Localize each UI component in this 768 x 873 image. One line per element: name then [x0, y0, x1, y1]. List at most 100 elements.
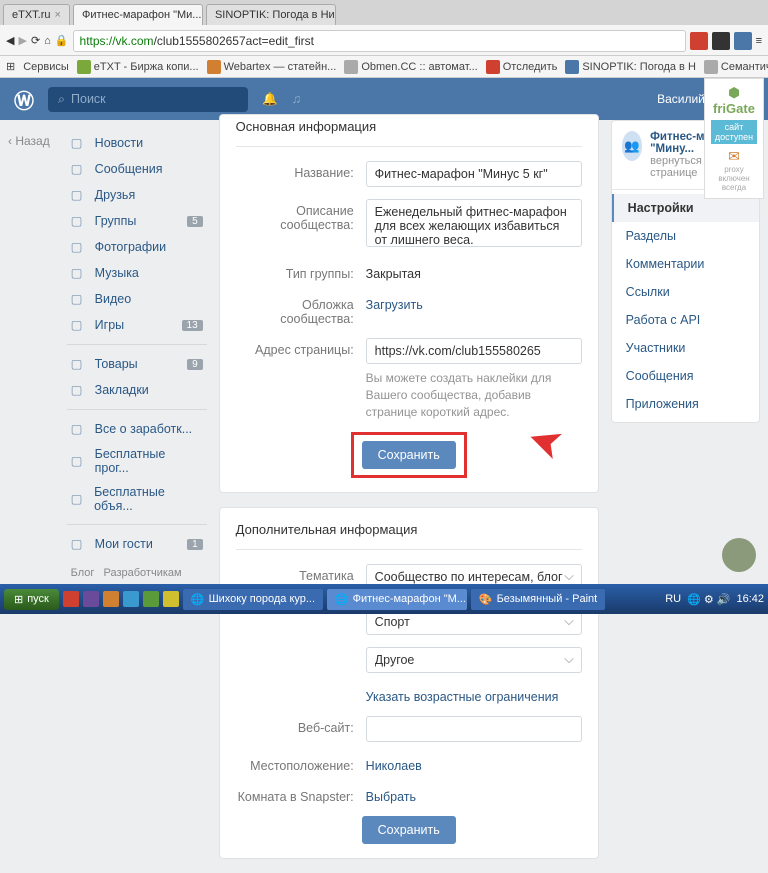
sidebar-item-label: Товары	[95, 357, 138, 371]
taskbar: ⊞ пуск 🌐Шихоку порода кур... 🌐Фитнес-мар…	[0, 584, 768, 614]
browser-tab[interactable]: eTXT.ru×	[3, 4, 70, 25]
guests-icon: ▢	[71, 536, 87, 552]
sidebar-item-label: Все о заработк...	[95, 422, 192, 436]
taskbar-item[interactable]: 🌐Фитнес-марафон "М...	[327, 589, 467, 610]
bookmark[interactable]: Obmen.CC :: автомат...	[344, 60, 477, 74]
main-info-section: Основная информация Название: Описание с…	[219, 114, 599, 493]
notifications-icon[interactable]: 🔔	[262, 92, 278, 107]
browser-chrome: eTXT.ru× Фитнес-марафон "Ми...× SINOPTIK…	[0, 0, 768, 56]
settings-nav-item[interactable]: Комментарии	[612, 250, 759, 278]
system-tray[interactable]: RU 🌐 ⚙ 🔊 16:42	[665, 593, 764, 606]
quick-launch-icon[interactable]	[163, 591, 179, 607]
sidebar-item-photo[interactable]: ▢Фотографии	[67, 234, 207, 260]
groups-icon: ▢	[71, 213, 87, 229]
apps-icon[interactable]: ⊞	[6, 60, 15, 73]
quick-launch-icon[interactable]	[83, 591, 99, 607]
start-button[interactable]: ⊞ пуск	[4, 589, 59, 610]
settings-nav-item[interactable]: Участники	[612, 334, 759, 362]
upload-cover-link[interactable]: Загрузить	[366, 293, 582, 326]
section-title: Дополнительная информация	[236, 522, 582, 550]
bookmark[interactable]: Семантический анал	[704, 60, 768, 74]
sidebar-item-label: Группы	[95, 214, 137, 228]
floating-avatar[interactable]	[722, 538, 756, 572]
bookmark[interactable]: Отследить	[486, 60, 558, 74]
extension-icon[interactable]	[712, 32, 730, 50]
extension-icon[interactable]	[734, 32, 752, 50]
msg-icon: ▢	[71, 161, 87, 177]
tray-clock: 16:42	[736, 593, 764, 605]
name-input[interactable]	[366, 161, 582, 187]
bookmark[interactable]: SINOPTIK: Погода в Н	[565, 60, 696, 74]
save-button-2[interactable]: Сохранить	[362, 816, 456, 844]
sidebar-item-ads[interactable]: ▢Бесплатные объя...	[67, 480, 207, 518]
sidebar-item-label: Закладки	[95, 383, 149, 397]
tray-lang[interactable]: RU	[665, 593, 681, 605]
bookmark[interactable]: eTXT - Биржа копи...	[77, 60, 199, 74]
address-bar[interactable]: https://vk.com/club1555802657act=edit_fi…	[73, 30, 686, 52]
extension-icon[interactable]	[690, 32, 708, 50]
quick-launch-icon[interactable]	[63, 591, 79, 607]
nav-fwd-icon[interactable]: ▶	[18, 34, 26, 47]
back-link[interactable]: ‹ Назад	[8, 120, 55, 873]
sidebar-item-music[interactable]: ▢Музыка	[67, 260, 207, 286]
market-icon: ▢	[71, 356, 87, 372]
sidebar-item-msg[interactable]: ▢Сообщения	[67, 156, 207, 182]
home-icon[interactable]: ⌂	[44, 35, 51, 47]
search-input[interactable]: ⌕ Поиск	[48, 87, 248, 112]
field-label: Комната в Snapster:	[236, 785, 366, 804]
browser-tab[interactable]: Фитнес-марафон "Ми...×	[73, 4, 203, 25]
bookmark-icon: ▢	[71, 382, 87, 398]
snapster-room-link[interactable]: Выбрать	[366, 785, 582, 804]
website-input[interactable]	[366, 716, 582, 742]
sidebar-item-guests[interactable]: ▢Мои гости1	[67, 531, 207, 557]
age-restriction-link[interactable]: Указать возрастные ограничения	[366, 685, 582, 704]
sidebar-item-games[interactable]: ▢Игры13	[67, 312, 207, 338]
music-icon[interactable]: ♫	[292, 92, 301, 106]
bookmark[interactable]: Webartex — статейн...	[207, 60, 337, 74]
reload-icon[interactable]: ⟳	[31, 34, 40, 47]
badge: 9	[187, 359, 203, 370]
footer-link[interactable]: Блог	[71, 567, 95, 579]
badge: 1	[187, 539, 203, 550]
save-button[interactable]: Сохранить	[362, 441, 456, 469]
sidebar-item-video[interactable]: ▢Видео	[67, 286, 207, 312]
field-label: Обложка сообщества:	[236, 293, 366, 326]
sidebar-item-info[interactable]: ▢Все о заработк...	[67, 416, 207, 442]
photo-icon: ▢	[71, 239, 87, 255]
arrow-annotation-icon: ➤	[522, 416, 567, 469]
sidebar-item-market[interactable]: ▢ Товары 9	[67, 351, 207, 377]
settings-nav-item[interactable]: Сообщения	[612, 362, 759, 390]
settings-nav-item[interactable]: Работа с API	[612, 306, 759, 334]
frigate-logo-icon: ⬢ friGate	[711, 85, 757, 116]
sidebar-item-friends[interactable]: ▢Друзья	[67, 182, 207, 208]
quick-launch-icon[interactable]	[123, 591, 139, 607]
browser-tabs: eTXT.ru× Фитнес-марафон "Ми...× SINOPTIK…	[0, 0, 768, 25]
frigate-widget[interactable]: ⬢ friGate сайт доступен ✉ proxy включен …	[704, 78, 764, 199]
lock-icon: 🔒	[55, 34, 69, 47]
settings-nav-item[interactable]: Ссылки	[612, 278, 759, 306]
browser-tab[interactable]: SINOPTIK: Погода в Никол...×	[206, 4, 336, 25]
quick-launch-icon[interactable]	[143, 591, 159, 607]
nav-back-icon[interactable]: ◀	[6, 34, 14, 47]
sidebar-item-groups[interactable]: ▢Группы5	[67, 208, 207, 234]
sidebar-item-bookmark[interactable]: ▢ Закладки	[67, 377, 207, 403]
field-label: Тип группы:	[236, 262, 366, 281]
footer-link[interactable]: Разработчикам	[104, 567, 182, 579]
description-textarea[interactable]	[366, 199, 582, 247]
quick-launch-icon[interactable]	[103, 591, 119, 607]
close-icon[interactable]: ×	[55, 9, 61, 21]
sidebar-item-news[interactable]: ▢Новости	[67, 130, 207, 156]
taskbar-item[interactable]: 🎨Безымянный - Paint	[471, 589, 605, 610]
taskbar-item[interactable]: 🌐Шихоку порода кур...	[183, 589, 323, 610]
settings-nav-item[interactable]: Разделы	[612, 222, 759, 250]
settings-nav-item[interactable]: Приложения	[612, 390, 759, 418]
sidebar-item-prog[interactable]: ▢Бесплатные прог...	[67, 442, 207, 480]
topic-select-3[interactable]: Другое	[366, 647, 582, 673]
prog-icon: ▢	[71, 453, 87, 469]
menu-icon[interactable]: ≡	[756, 35, 762, 47]
field-label: Описание сообщества:	[236, 199, 366, 250]
location-link[interactable]: Николаев	[366, 754, 582, 773]
bookmark[interactable]: Сервисы	[23, 61, 69, 73]
vk-logo-icon[interactable]: Ⓦ	[14, 85, 34, 114]
address-input[interactable]	[366, 338, 582, 364]
